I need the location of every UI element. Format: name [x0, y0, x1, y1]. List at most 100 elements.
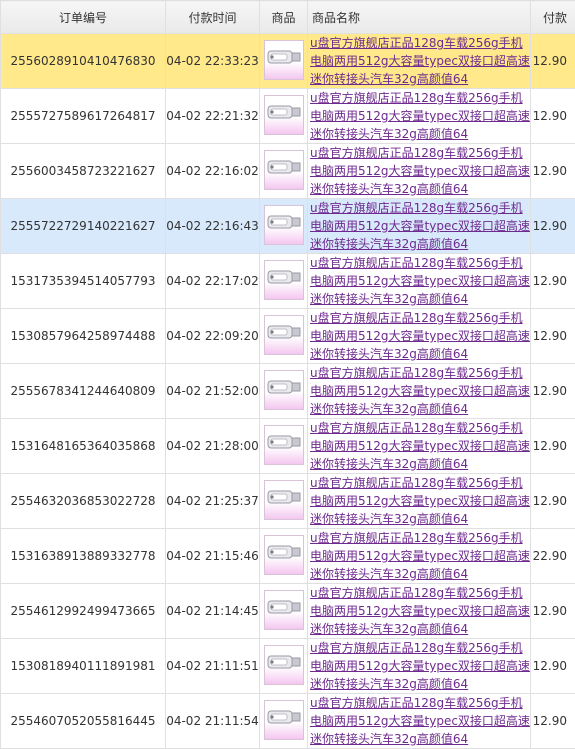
product-thumbnail-cell[interactable]	[260, 309, 308, 364]
table-row[interactable]: 1531648165364035868 04-02 21:28:00 u盘官方旗…	[1, 419, 575, 474]
table-row[interactable]: 2554607052055816445 04-02 21:11:54 u盘官方旗…	[1, 694, 575, 749]
pay-time-cell: 04-02 22:09:20	[166, 309, 260, 364]
order-id-cell: 1531648165364035868	[1, 419, 166, 474]
table-row[interactable]: 1531638913889332778 04-02 21:15:46 u盘官方旗…	[1, 529, 575, 584]
usb-flash-drive-icon[interactable]	[264, 40, 304, 80]
payment-amount-cell: 12.90	[531, 199, 575, 254]
table-row[interactable]: 2555678341244640809 04-02 21:52:00 u盘官方旗…	[1, 364, 575, 419]
product-thumbnail-cell[interactable]	[260, 144, 308, 199]
product-thumbnail-cell[interactable]	[260, 639, 308, 694]
order-id-cell: 2556028910410476830	[1, 34, 166, 89]
pay-time-cell: 04-02 21:52:00	[166, 364, 260, 419]
pay-time-cell: 04-02 22:21:32	[166, 89, 260, 144]
product-name-cell: u盘官方旗舰店正品128g车载256g手机电脑两用512g大容量typec双接口…	[308, 144, 531, 199]
product-title-link[interactable]: u盘官方旗舰店正品128g车载256g手机电脑两用512g大容量typec双接口…	[310, 254, 530, 308]
order-id-cell: 2555727589617264817	[1, 89, 166, 144]
order-id-cell: 1530818940111891981	[1, 639, 166, 694]
product-name-cell: u盘官方旗舰店正品128g车载256g手机电脑两用512g大容量typec双接口…	[308, 474, 531, 529]
product-thumbnail-cell[interactable]	[260, 34, 308, 89]
product-name-cell: u盘官方旗舰店正品128g车载256g手机电脑两用512g大容量typec双接口…	[308, 254, 531, 309]
product-thumbnail-cell[interactable]	[260, 694, 308, 749]
product-title-link[interactable]: u盘官方旗舰店正品128g车载256g手机电脑两用512g大容量typec双接口…	[310, 529, 530, 583]
product-thumbnail-cell[interactable]	[260, 89, 308, 144]
table-row[interactable]: 1530818940111891981 04-02 21:11:51 u盘官方旗…	[1, 639, 575, 694]
pay-time-cell: 04-02 22:16:43	[166, 199, 260, 254]
product-thumbnail-cell[interactable]	[260, 419, 308, 474]
product-name-cell: u盘官方旗舰店正品128g车载256g手机电脑两用512g大容量typec双接口…	[308, 419, 531, 474]
table-row[interactable]: 2556028910410476830 04-02 22:33:23 u盘官方旗…	[1, 34, 575, 89]
order-id-cell: 2554632036853022728	[1, 474, 166, 529]
product-thumbnail-cell[interactable]	[260, 199, 308, 254]
product-title-link[interactable]: u盘官方旗舰店正品128g车载256g手机电脑两用512g大容量typec双接口…	[310, 639, 530, 693]
header-product-name: 商品名称	[308, 1, 531, 34]
payment-amount-cell: 12.90	[531, 89, 575, 144]
payment-amount-cell: 12.90	[531, 364, 575, 419]
payment-amount-cell: 22.90	[531, 529, 575, 584]
usb-flash-drive-icon[interactable]	[264, 95, 304, 135]
usb-flash-drive-icon[interactable]	[264, 700, 304, 740]
order-id-cell: 2554607052055816445	[1, 694, 166, 749]
product-name-cell: u盘官方旗舰店正品128g车载256g手机电脑两用512g大容量typec双接口…	[308, 364, 531, 419]
order-id-cell: 2554612992499473665	[1, 584, 166, 639]
header-product: 商品	[260, 1, 308, 34]
usb-flash-drive-icon[interactable]	[264, 590, 304, 630]
usb-flash-drive-icon[interactable]	[264, 315, 304, 355]
product-name-cell: u盘官方旗舰店正品128g车载256g手机电脑两用512g大容量typec双接口…	[308, 694, 531, 749]
product-title-link[interactable]: u盘官方旗舰店正品128g车载256g手机电脑两用512g大容量typec双接口…	[310, 419, 530, 473]
order-id-cell: 1531735394514057793	[1, 254, 166, 309]
table-row[interactable]: 1530857964258974488 04-02 22:09:20 u盘官方旗…	[1, 309, 575, 364]
product-thumbnail-cell[interactable]	[260, 584, 308, 639]
table-row[interactable]: 2555722729140221627 04-02 22:16:43 u盘官方旗…	[1, 199, 575, 254]
payment-amount-cell: 12.90	[531, 639, 575, 694]
header-order-id[interactable]: 订单编号	[1, 1, 166, 34]
usb-flash-drive-icon[interactable]	[264, 370, 304, 410]
order-id-cell: 2555722729140221627	[1, 199, 166, 254]
table-row[interactable]: 1531735394514057793 04-02 22:17:02 u盘官方旗…	[1, 254, 575, 309]
order-id-cell: 2555678341244640809	[1, 364, 166, 419]
product-title-link[interactable]: u盘官方旗舰店正品128g车载256g手机电脑两用512g大容量typec双接口…	[310, 584, 530, 638]
table-row[interactable]: 2555727589617264817 04-02 22:21:32 u盘官方旗…	[1, 89, 575, 144]
product-title-link[interactable]: u盘官方旗舰店正品128g车载256g手机电脑两用512g大容量typec双接口…	[310, 144, 530, 198]
pay-time-cell: 04-02 21:25:37	[166, 474, 260, 529]
product-thumbnail-cell[interactable]	[260, 364, 308, 419]
usb-flash-drive-icon[interactable]	[264, 535, 304, 575]
product-name-cell: u盘官方旗舰店正品128g车载256g手机电脑两用512g大容量typec双接口…	[308, 199, 531, 254]
product-thumbnail-cell[interactable]	[260, 254, 308, 309]
pay-time-cell: 04-02 21:28:00	[166, 419, 260, 474]
table-row[interactable]: 2554632036853022728 04-02 21:25:37 u盘官方旗…	[1, 474, 575, 529]
product-name-cell: u盘官方旗舰店正品128g车载256g手机电脑两用512g大容量typec双接口…	[308, 34, 531, 89]
payment-amount-cell: 12.90	[531, 144, 575, 199]
pay-time-cell: 04-02 22:33:23	[166, 34, 260, 89]
pay-time-cell: 04-02 21:14:45	[166, 584, 260, 639]
product-title-link[interactable]: u盘官方旗舰店正品128g车载256g手机电脑两用512g大容量typec双接口…	[310, 199, 530, 253]
pay-time-cell: 04-02 21:15:46	[166, 529, 260, 584]
table-row[interactable]: 2556003458723221627 04-02 22:16:02 u盘官方旗…	[1, 144, 575, 199]
orders-table: 订单编号 付款时间 商品 商品名称 付款 2556028910410476830…	[0, 0, 575, 749]
product-thumbnail-cell[interactable]	[260, 474, 308, 529]
product-title-link[interactable]: u盘官方旗舰店正品128g车载256g手机电脑两用512g大容量typec双接口…	[310, 309, 530, 363]
payment-amount-cell: 12.90	[531, 474, 575, 529]
product-thumbnail-cell[interactable]	[260, 529, 308, 584]
product-title-link[interactable]: u盘官方旗舰店正品128g车载256g手机电脑两用512g大容量typec双接口…	[310, 364, 530, 418]
product-title-link[interactable]: u盘官方旗舰店正品128g车载256g手机电脑两用512g大容量typec双接口…	[310, 89, 530, 143]
usb-flash-drive-icon[interactable]	[264, 645, 304, 685]
product-title-link[interactable]: u盘官方旗舰店正品128g车载256g手机电脑两用512g大容量typec双接口…	[310, 694, 530, 748]
usb-flash-drive-icon[interactable]	[264, 425, 304, 465]
product-name-cell: u盘官方旗舰店正品128g车载256g手机电脑两用512g大容量typec双接口…	[308, 89, 531, 144]
payment-amount-cell: 12.90	[531, 419, 575, 474]
header-payment[interactable]: 付款	[531, 1, 575, 34]
usb-flash-drive-icon[interactable]	[264, 260, 304, 300]
usb-flash-drive-icon[interactable]	[264, 150, 304, 190]
table-body: 2556028910410476830 04-02 22:33:23 u盘官方旗…	[1, 34, 575, 749]
table-header-row: 订单编号 付款时间 商品 商品名称 付款	[1, 1, 575, 34]
product-title-link[interactable]: u盘官方旗舰店正品128g车载256g手机电脑两用512g大容量typec双接口…	[310, 34, 530, 88]
usb-flash-drive-icon[interactable]	[264, 480, 304, 520]
product-name-cell: u盘官方旗舰店正品128g车载256g手机电脑两用512g大容量typec双接口…	[308, 309, 531, 364]
product-title-link[interactable]: u盘官方旗舰店正品128g车载256g手机电脑两用512g大容量typec双接口…	[310, 474, 530, 528]
payment-amount-cell: 12.90	[531, 34, 575, 89]
table-row[interactable]: 2554612992499473665 04-02 21:14:45 u盘官方旗…	[1, 584, 575, 639]
header-pay-time[interactable]: 付款时间	[166, 1, 260, 34]
product-name-cell: u盘官方旗舰店正品128g车载256g手机电脑两用512g大容量typec双接口…	[308, 529, 531, 584]
product-name-cell: u盘官方旗舰店正品128g车载256g手机电脑两用512g大容量typec双接口…	[308, 584, 531, 639]
usb-flash-drive-icon[interactable]	[264, 205, 304, 245]
